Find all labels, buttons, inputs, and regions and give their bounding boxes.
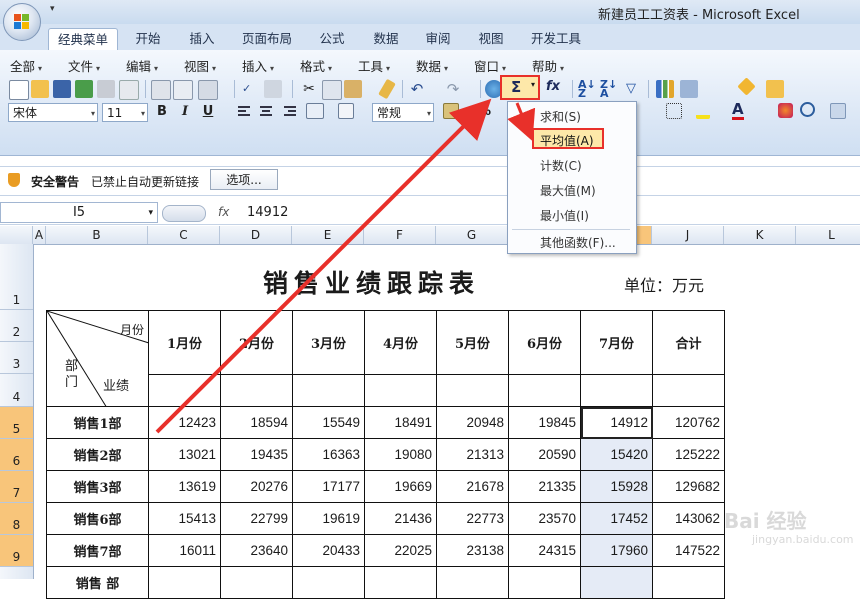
office-logo-icon <box>14 14 30 30</box>
office-button[interactable] <box>3 3 41 41</box>
arrow-to-average <box>507 102 536 142</box>
annotation-arrows <box>155 98 536 434</box>
arrow-to-autosum <box>155 98 492 434</box>
